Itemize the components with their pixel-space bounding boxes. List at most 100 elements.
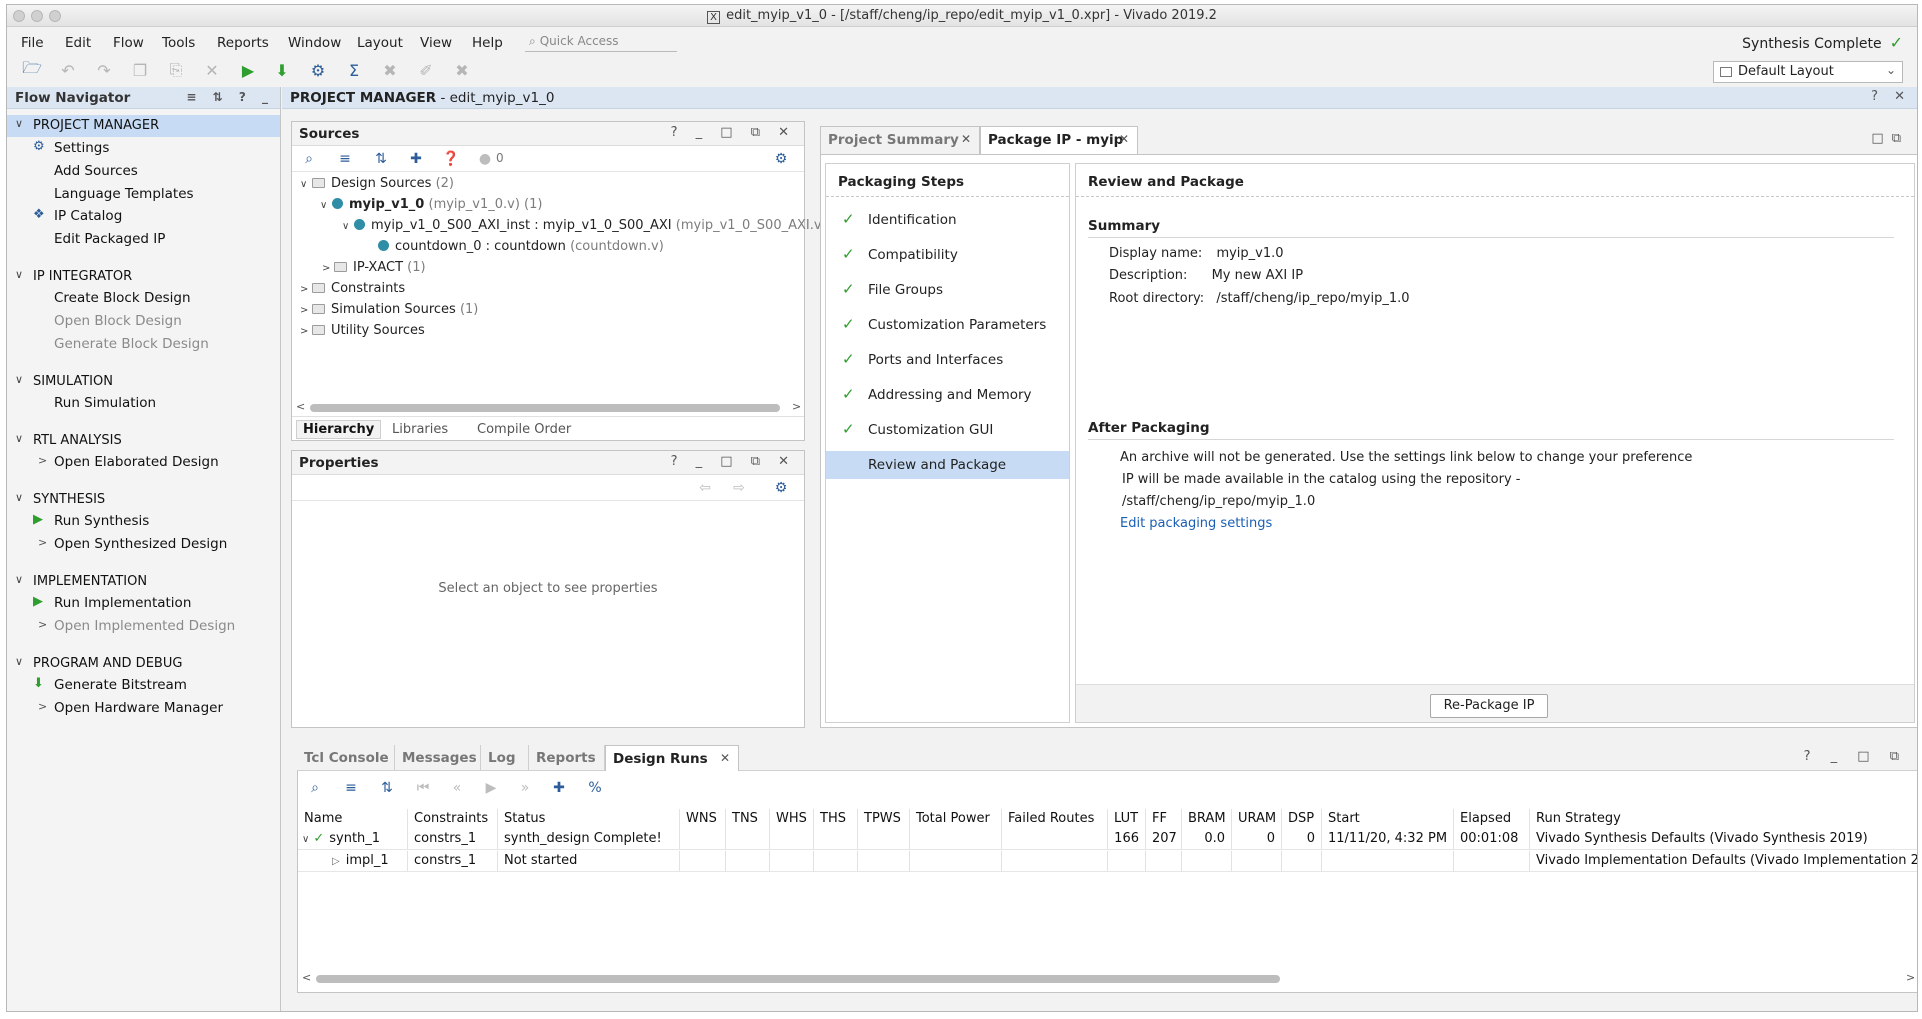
- menu-tools[interactable]: Tools: [162, 35, 195, 51]
- col-status[interactable]: Status: [498, 809, 680, 829]
- flow-navigator-controls[interactable]: ≡ ⇅ ? _: [186, 90, 274, 104]
- project-manager-controls[interactable]: ? ✕: [1871, 89, 1911, 104]
- nav-settings[interactable]: ⚙ Settings: [7, 137, 280, 159]
- col-uram[interactable]: URAM: [1232, 809, 1282, 829]
- collapse-all-icon[interactable]: ≡: [336, 150, 354, 168]
- search-icon[interactable]: ⌕: [300, 150, 318, 168]
- close-icon[interactable]: ✕: [720, 751, 730, 765]
- nav-open-hardware-manager[interactable]: > Open Hardware Manager: [7, 697, 280, 719]
- section-rtl-analysis[interactable]: ∨ RTL ANALYSIS: [7, 430, 280, 452]
- section-project-manager[interactable]: ∨ PROJECT MANAGER: [7, 115, 280, 137]
- tab-design-runs[interactable]: Design Runs ✕: [605, 745, 739, 771]
- tree-axi-instance[interactable]: ∨ myip_v1_0_S00_AXI_inst : myip_v1_0_S00_…: [342, 218, 836, 239]
- col-dsp[interactable]: DSP: [1282, 809, 1322, 829]
- tab-project-summary[interactable]: Project Summary ✕: [820, 126, 980, 154]
- menu-help[interactable]: Help: [472, 35, 503, 51]
- step-file-groups[interactable]: ✓ File Groups: [826, 276, 1069, 304]
- nav-language-templates[interactable]: Language Templates: [7, 183, 280, 205]
- run-icon[interactable]: ▶: [237, 59, 259, 81]
- nav-open-block-design[interactable]: Open Block Design: [7, 310, 280, 332]
- col-run-strategy[interactable]: Run Strategy: [1530, 809, 1917, 829]
- tab-hierarchy[interactable]: Hierarchy: [296, 420, 382, 439]
- col-whs[interactable]: WHS: [770, 809, 814, 829]
- percent-icon[interactable]: %: [586, 779, 604, 797]
- nav-add-sources[interactable]: Add Sources: [7, 160, 280, 182]
- undo-icon[interactable]: ↶: [57, 59, 79, 81]
- tab-reports[interactable]: Reports: [529, 745, 605, 771]
- col-tns[interactable]: TNS: [726, 809, 770, 829]
- tool-b-icon[interactable]: ✐: [415, 59, 437, 81]
- scroll-right-icon[interactable]: >: [792, 400, 801, 413]
- tree-simulation-sources[interactable]: > Simulation Sources (1): [300, 302, 478, 323]
- table-row-synth-name[interactable]: ∨ ✓ synth_1: [298, 829, 408, 849]
- nav-generate-block-design[interactable]: Generate Block Design: [7, 333, 280, 355]
- collapse-all-icon[interactable]: ≡: [342, 779, 360, 797]
- tree-ipxact[interactable]: > IP-XACT (1): [322, 260, 426, 281]
- nav-generate-bitstream[interactable]: ⬇ Generate Bitstream: [7, 674, 280, 696]
- col-bram[interactable]: BRAM: [1182, 809, 1232, 829]
- scroll-right-icon[interactable]: >: [1906, 971, 1915, 984]
- tree-countdown[interactable]: countdown_0 : countdown (countdown.v): [378, 239, 664, 260]
- col-failed-routes[interactable]: Failed Routes: [1002, 809, 1108, 829]
- edit-packaging-settings-link[interactable]: Edit packaging settings: [1120, 516, 1272, 531]
- tree-constraints[interactable]: > Constraints: [300, 281, 405, 302]
- step-addressing-and-memory[interactable]: ✓ Addressing and Memory: [826, 381, 1069, 409]
- step-identification[interactable]: ✓ Identification: [826, 206, 1069, 234]
- col-elapsed[interactable]: Elapsed: [1454, 809, 1530, 829]
- copy-icon[interactable]: ❐: [129, 59, 151, 81]
- sources-scrollbar[interactable]: [310, 404, 780, 412]
- col-lut[interactable]: LUT: [1108, 809, 1146, 829]
- add-icon[interactable]: ✚: [550, 779, 568, 797]
- nav-run-implementation[interactable]: ▶ Run Implementation: [7, 592, 280, 614]
- fast-forward-icon[interactable]: »: [516, 779, 534, 797]
- table-row-impl-name[interactable]: ▷ impl_1: [298, 851, 408, 871]
- col-name[interactable]: Name: [298, 809, 408, 829]
- nav-open-implemented-design[interactable]: > Open Implemented Design: [7, 615, 280, 637]
- nav-open-synthesized-design[interactable]: > Open Synthesized Design: [7, 533, 280, 555]
- nav-run-synthesis[interactable]: ▶ Run Synthesis: [7, 510, 280, 532]
- play-icon[interactable]: ▶: [482, 779, 500, 797]
- add-icon[interactable]: ✚: [407, 150, 425, 168]
- tool-a-icon[interactable]: ✖: [379, 59, 401, 81]
- expand-all-icon[interactable]: ⇅: [378, 779, 396, 797]
- repackage-ip-button[interactable]: Re-Package IP: [1430, 694, 1548, 718]
- section-synthesis[interactable]: ∨ SYNTHESIS: [7, 489, 280, 511]
- expand-all-icon[interactable]: ⇅: [372, 150, 390, 168]
- sigma-icon[interactable]: Σ: [343, 59, 365, 81]
- col-constraints[interactable]: Constraints: [408, 809, 498, 829]
- tab-log[interactable]: Log: [481, 745, 529, 771]
- section-program-and-debug[interactable]: ∨ PROGRAM AND DEBUG: [7, 653, 280, 675]
- section-implementation[interactable]: ∨ IMPLEMENTATION: [7, 571, 280, 593]
- step-compatibility[interactable]: ✓ Compatibility: [826, 241, 1069, 269]
- tab-compile-order[interactable]: Compile Order: [477, 422, 571, 437]
- nav-edit-packaged-ip[interactable]: Edit Packaged IP: [7, 228, 280, 250]
- first-icon[interactable]: ⏮: [414, 779, 432, 797]
- tab-libraries[interactable]: Libraries: [392, 422, 448, 437]
- tree-design-sources[interactable]: ∨ Design Sources (2): [300, 176, 454, 197]
- section-simulation[interactable]: ∨ SIMULATION: [7, 371, 280, 393]
- menu-view[interactable]: View: [420, 35, 452, 51]
- gear-icon[interactable]: ⚙: [772, 150, 790, 168]
- col-ff[interactable]: FF: [1146, 809, 1182, 829]
- tab-package-ip[interactable]: Package IP - myip ✕: [980, 126, 1138, 154]
- bottom-panel-controls[interactable]: ? _ □ ⧉: [1804, 749, 1907, 764]
- nav-ip-catalog[interactable]: ❖ IP Catalog: [7, 205, 280, 227]
- search-icon[interactable]: ⌕: [306, 779, 324, 797]
- step-customization-gui[interactable]: ✓ Customization GUI: [826, 416, 1069, 444]
- properties-panel-controls[interactable]: ? _ □ ⧉ ✕: [671, 454, 796, 469]
- menu-window[interactable]: Window: [288, 35, 341, 51]
- step-customization-parameters[interactable]: ✓ Customization Parameters: [826, 311, 1069, 339]
- scroll-left-icon[interactable]: <: [302, 971, 311, 984]
- tree-top-module[interactable]: ∨ myip_v1_0 (myip_v1_0.v) (1): [320, 197, 542, 218]
- col-total-power[interactable]: Total Power: [910, 809, 1002, 829]
- nav-run-simulation[interactable]: Run Simulation: [7, 392, 280, 414]
- col-wns[interactable]: WNS: [680, 809, 726, 829]
- quick-access-search[interactable]: ⌕ Quick Access: [525, 32, 677, 52]
- rewind-icon[interactable]: «: [448, 779, 466, 797]
- tab-messages[interactable]: Messages: [395, 745, 481, 771]
- step-ports-and-interfaces[interactable]: ✓ Ports and Interfaces: [826, 346, 1069, 374]
- gear-icon[interactable]: ⚙: [772, 479, 790, 497]
- gear-icon[interactable]: ⚙: [307, 59, 329, 81]
- close-icon[interactable]: ✕: [961, 132, 971, 146]
- menu-layout[interactable]: Layout: [357, 35, 403, 51]
